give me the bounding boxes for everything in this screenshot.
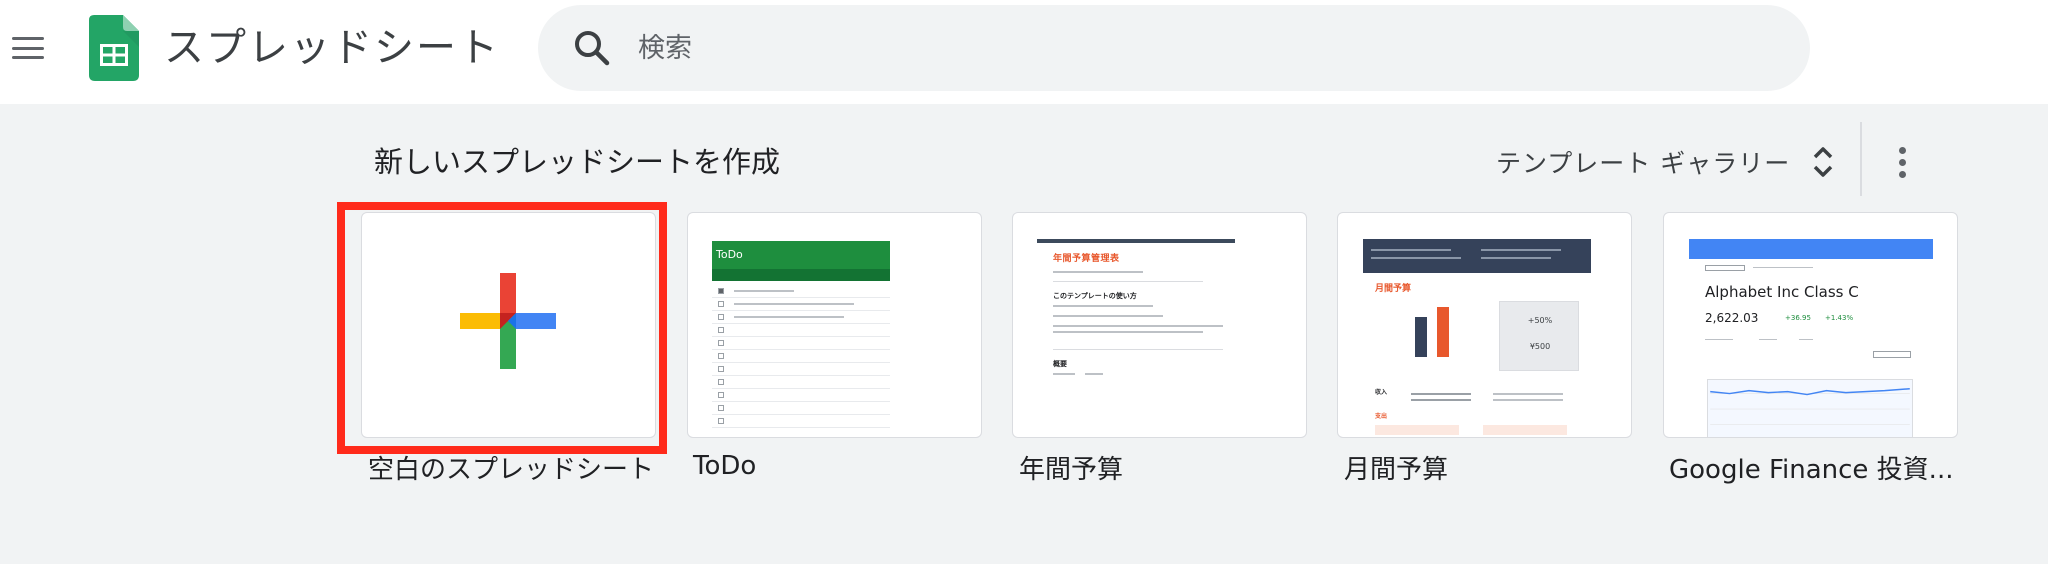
google-sheets-logo-icon[interactable] — [89, 15, 139, 81]
monthly-budget-thumbnail: 月間予算 +50% ¥500 収入 支出 — [1363, 239, 1591, 437]
more-options-button[interactable] — [1876, 134, 1928, 190]
template-label-todo[interactable]: ToDo — [693, 446, 756, 486]
monthly-thumb-amount: ¥500 — [1529, 342, 1551, 351]
todo-thumbnail: ToDo — [712, 241, 890, 437]
template-card-blank[interactable] — [361, 212, 656, 438]
template-card-monthly-budget[interactable]: 月間予算 +50% ¥500 収入 支出 — [1337, 212, 1632, 438]
unfold-more-icon — [1813, 147, 1833, 177]
todo-thumb-title: ToDo — [716, 248, 743, 261]
template-card-google-finance[interactable]: Alphabet Inc Class C 2,622.03 +36.95 +1.… — [1663, 212, 1958, 438]
app-title[interactable]: スプレッドシート — [164, 22, 500, 74]
section-title: 新しいスプレッドシートを作成 — [374, 145, 781, 179]
finance-thumbnail: Alphabet Inc Class C 2,622.03 +36.95 +1.… — [1689, 239, 1933, 437]
annual-thumb-subtitle: このテンプレートの使い方 — [1053, 292, 1137, 300]
monthly-thumb-title: 月間予算 — [1375, 284, 1412, 294]
monthly-thumb-percent: +50% — [1527, 316, 1553, 325]
finance-thumb-price: 2,622.03 — [1705, 311, 1759, 325]
template-label-monthly-budget[interactable]: 月間予算 — [1344, 450, 1448, 490]
more-vert-icon — [1899, 147, 1906, 154]
annual-thumb-title: 年間予算管理表 — [1053, 254, 1120, 264]
template-card-annual-budget[interactable]: 年間予算管理表 このテンプレートの使い方 概要 — [1012, 212, 1307, 438]
finance-thumb-change-pct: +1.43% — [1825, 314, 1854, 322]
template-gallery-label: テンプレート ギャラリー — [1496, 149, 1791, 178]
plus-icon — [460, 273, 556, 369]
search-bar[interactable] — [538, 5, 1810, 91]
finance-thumb-name: Alphabet Inc Class C — [1705, 283, 1859, 301]
search-input[interactable] — [638, 5, 1758, 91]
top-bar: スプレッドシート — [0, 0, 2048, 104]
template-gallery-button[interactable]: テンプレート ギャラリー — [1488, 134, 1842, 190]
main-menu-button[interactable] — [6, 20, 50, 76]
annual-budget-thumbnail: 年間予算管理表 このテンプレートの使い方 概要 — [1037, 239, 1235, 437]
finance-thumb-chart — [1707, 379, 1913, 437]
monthly-thumb-income: 収入 — [1375, 389, 1388, 396]
template-label-annual-budget[interactable]: 年間予算 — [1019, 450, 1123, 490]
monthly-thumb-expense: 支出 — [1375, 413, 1388, 420]
toolbar-divider — [1860, 122, 1862, 196]
search-icon[interactable] — [572, 28, 612, 68]
template-card-todo[interactable]: ToDo — [687, 212, 982, 438]
annual-thumb-section: 概要 — [1053, 360, 1067, 368]
template-label-google-finance[interactable]: Google Finance 投資... — [1669, 450, 1953, 490]
template-strip: 新しいスプレッドシートを作成 テンプレート ギャラリー 空白のスプレッドシート … — [0, 104, 2048, 564]
template-label-blank[interactable]: 空白のスプレッドシート — [368, 450, 654, 490]
finance-thumb-change: +36.95 — [1785, 314, 1811, 322]
hamburger-menu-icon — [12, 37, 44, 41]
